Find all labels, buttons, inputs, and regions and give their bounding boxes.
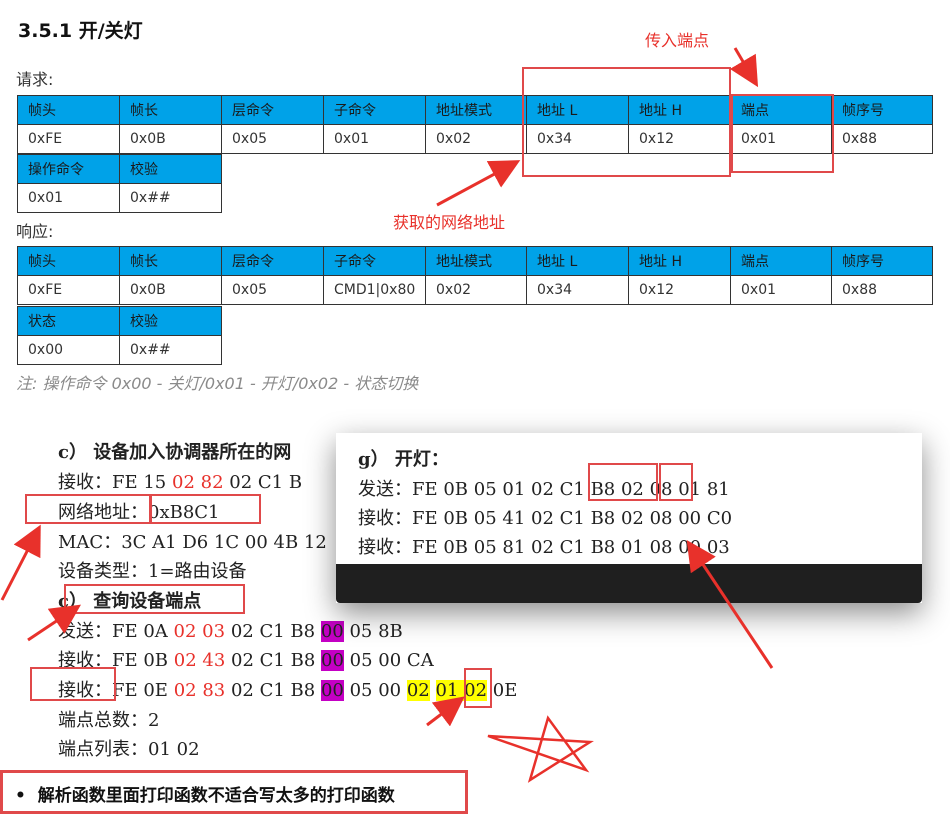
arrow-left-netaddr [0,524,41,601]
arrow-endpoint-byte [426,696,465,727]
star-doodle [487,715,594,783]
annotation-arrows [0,47,774,783]
arrow-netaddr [436,160,521,207]
bullet-text: 解析函数里面打印函数不适合写太多的打印函数 [37,786,395,806]
bullet-dot: • [15,786,38,806]
arrow-left-query [27,604,81,642]
arrow-endpoint [729,47,759,88]
bullet-note: • 解析函数里面打印函数不适合写太多的打印函数 [0,770,468,814]
arrow-popup-endpoint [686,540,774,669]
